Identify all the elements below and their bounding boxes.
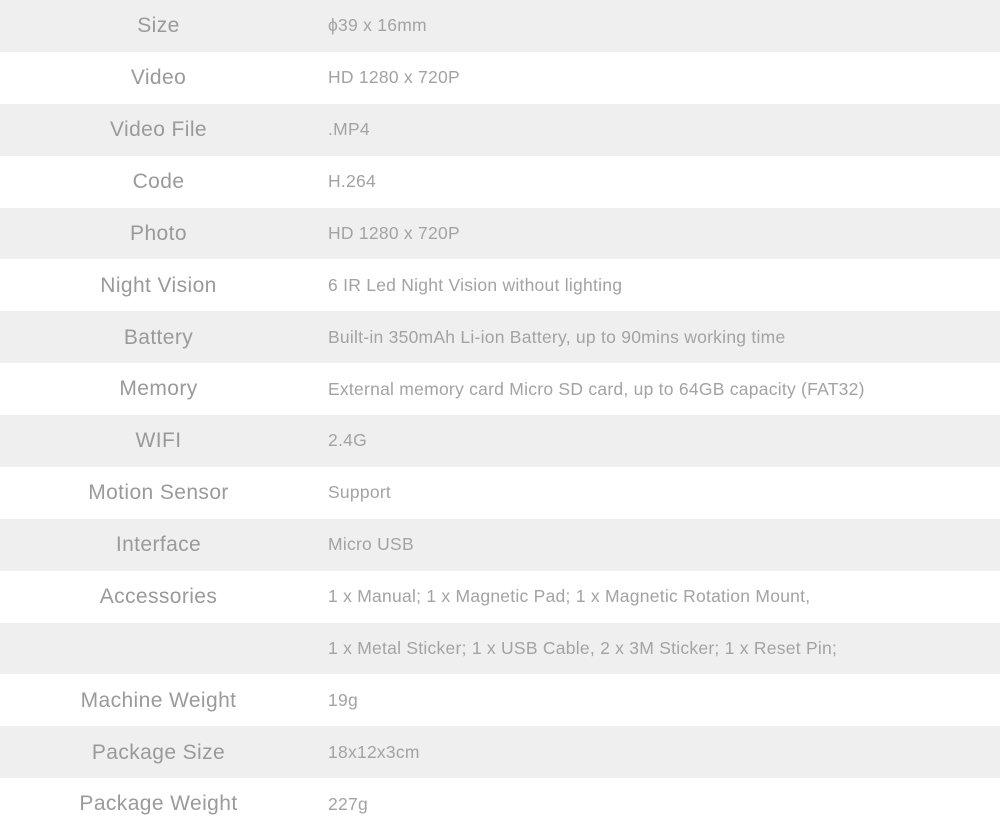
spec-value: 6 IR Led Night Vision without lighting — [328, 274, 623, 295]
spec-label: Video — [130, 66, 187, 90]
spec-value: .MP4 — [328, 119, 370, 140]
spec-value: External memory card Micro SD card, up t… — [328, 378, 865, 399]
spec-label: Photo — [130, 221, 187, 245]
table-row: Code H.264 — [0, 155, 1000, 208]
table-row: Accessories 1 x Manual; 1 x Magnetic Pad;… — [0, 570, 1000, 623]
spec-label: WIFI — [135, 429, 182, 453]
table-row: Interface Micro USB — [0, 518, 1000, 571]
spec-label: Code — [132, 169, 185, 193]
table-row: Night Vision 6 IR Led Night Vision withou… — [0, 259, 1000, 312]
spec-value: 18x12x3cm — [328, 741, 420, 762]
table-row: Photo HD 1280 x 720P — [0, 207, 1000, 260]
table-row: Battery Built-in 350mAh Li-ion Battery, u… — [0, 311, 1000, 364]
spec-value: 1 x Metal Sticker; 1 x USB Cable, 2 x 3M… — [328, 637, 838, 658]
spec-value: HD 1280 x 720P — [328, 222, 460, 243]
table-row: Size ϕ39 x 16mm — [0, 0, 1000, 52]
spec-label: Battery — [123, 325, 194, 349]
spec-label: Size — [137, 14, 180, 38]
spec-label: Memory — [119, 377, 198, 401]
spec-value: H.264 — [328, 171, 376, 192]
spec-value: 1 x Manual; 1 x Magnetic Pad; 1 x Magnet… — [328, 586, 811, 607]
spec-value: Built-in 350mAh Li-ion Battery, up to 90… — [328, 326, 786, 347]
table-row: Package Size 18x12x3cm — [0, 726, 1000, 779]
table-row: Memory External memory card Micro SD card… — [0, 363, 1000, 415]
spec-label: Video File — [109, 118, 207, 142]
spec-label: Package Size — [91, 740, 226, 764]
spec-label: Interface — [115, 533, 202, 557]
spec-value: HD 1280 x 720P — [328, 67, 460, 88]
spec-value: ϕ39 x 16mm — [328, 15, 427, 36]
table-row: 1 x Metal Sticker; 1 x USB Cable, 2 x 3M… — [0, 622, 1000, 675]
spec-value: Micro USB — [328, 534, 414, 555]
table-row: Machine Weight 19g — [0, 674, 1000, 727]
table-row: Motion Sensor Support — [0, 466, 1000, 519]
spec-label: Motion Sensor — [88, 481, 229, 505]
spec-label: Package Weight — [79, 792, 238, 816]
spec-value: 19g — [328, 689, 358, 710]
table-row: Package Weight 227g — [0, 778, 1000, 830]
table-row: Video File .MP4 — [0, 103, 1000, 156]
spec-label: Machine Weight — [80, 688, 237, 712]
spec-value: 2.4G — [328, 430, 367, 451]
spec-value: 227g — [328, 793, 368, 814]
spec-value: Support — [328, 482, 392, 503]
specification-table: Size ϕ39 x 16mm Video HD 1280 x 720P Video F… — [0, 0, 1000, 830]
spec-label: Accessories — [99, 584, 218, 608]
spec-label: Night Vision — [100, 273, 217, 297]
table-row: WIFI 2.4G — [0, 415, 1000, 467]
table-row: Video HD 1280 x 720P — [0, 51, 1000, 104]
